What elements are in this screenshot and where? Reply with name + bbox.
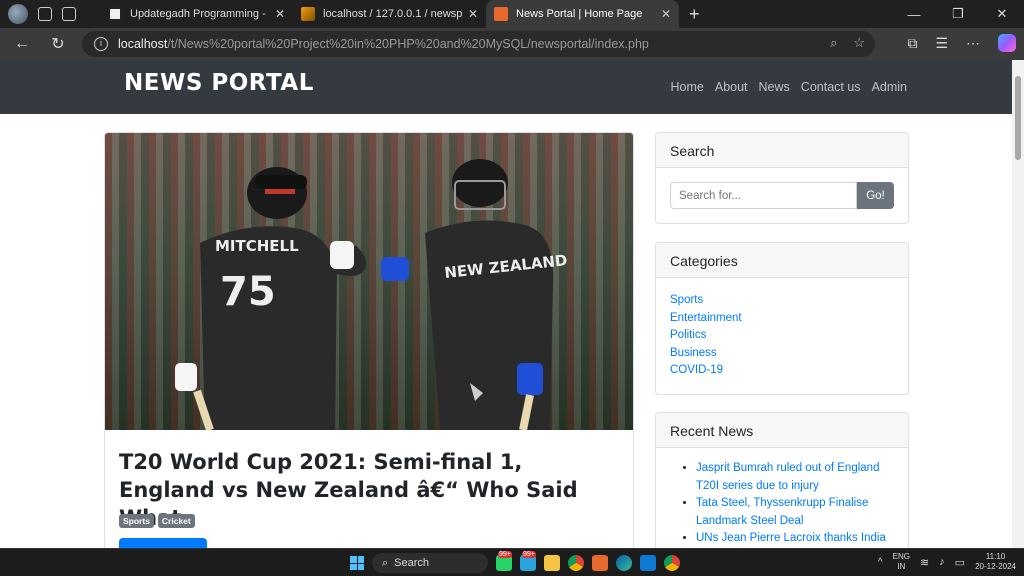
categories-heading: Categories	[656, 243, 908, 278]
nav-contact[interactable]: Contact us	[801, 80, 861, 94]
chrome-profile-icon[interactable]	[664, 555, 680, 571]
back-icon[interactable]: ←	[4, 35, 40, 53]
nav-home[interactable]: Home	[671, 80, 704, 94]
chrome-icon[interactable]	[568, 555, 584, 571]
telegram-icon[interactable]: 99+	[520, 551, 536, 571]
category-link[interactable]: Politics	[670, 327, 894, 345]
site-navbar: NEWS PORTAL Home About News Contact us A…	[0, 60, 1012, 114]
extensions-icon[interactable]: ⧉	[907, 35, 917, 52]
file-explorer-icon[interactable]	[544, 555, 560, 571]
read-more-button[interactable]	[119, 538, 207, 548]
taskbar-search[interactable]: ⌕ Search	[372, 553, 488, 573]
minimize-icon[interactable]: —	[892, 0, 936, 28]
search-widget: Search Go!	[655, 132, 909, 224]
page-viewport: NEWS PORTAL Home About News Contact us A…	[0, 60, 1012, 548]
site-brand[interactable]: NEWS PORTAL	[124, 70, 314, 96]
xampp-favicon-icon	[494, 7, 508, 21]
volume-icon[interactable]: ♪	[939, 556, 945, 568]
windows-start-icon[interactable]	[350, 556, 364, 570]
article-image[interactable]: MITCHELL 75 NEW ZEALAND	[105, 133, 633, 430]
close-tab-icon[interactable]: ✕	[661, 7, 671, 21]
workspaces-icon[interactable]	[38, 7, 52, 21]
nav-about[interactable]: About	[715, 80, 748, 94]
recent-news-link[interactable]: UNs Jean Pierre Lacroix thanks India	[696, 530, 894, 548]
url-text[interactable]: localhost/t/News%20portal%20Project%20in…	[118, 37, 649, 51]
clock[interactable]: 11:10 20-12-2024	[975, 552, 1016, 572]
battery-icon[interactable]: ▭	[955, 556, 965, 569]
jersey-left-name: MITCHELL	[215, 237, 299, 255]
search-input[interactable]	[670, 182, 857, 209]
xampp-icon[interactable]	[592, 555, 608, 571]
article-card: MITCHELL 75 NEW ZEALAND T20 World Cup 20…	[104, 132, 634, 548]
zoom-icon[interactable]: ⌕	[830, 35, 837, 51]
browser-tab-1[interactable]: Updategadh Programming - Upd ✕	[100, 0, 293, 28]
close-tab-icon[interactable]: ✕	[275, 7, 285, 21]
more-menu-icon[interactable]: ⋯	[966, 35, 980, 52]
search-heading: Search	[656, 133, 908, 168]
tray-chevron-icon[interactable]: ^	[878, 557, 883, 568]
recent-news-link[interactable]: Tata Steel, Thyssenkrupp Finalise Landma…	[696, 495, 894, 530]
whatsapp-icon[interactable]: 99+	[496, 551, 512, 571]
tag-badge[interactable]: Sports	[119, 514, 154, 528]
tab-actions-icon[interactable]	[62, 7, 76, 21]
favorite-star-icon[interactable]: ☆	[853, 35, 865, 51]
category-link[interactable]: Sports	[670, 292, 894, 310]
tab-strip: Updategadh Programming - Upd ✕ localhost…	[0, 0, 1024, 28]
nav-admin[interactable]: Admin	[872, 80, 907, 94]
close-window-icon[interactable]: ✕	[980, 0, 1024, 28]
browser-tab-2[interactable]: localhost / 127.0.0.1 / newsportal ✕	[293, 0, 486, 28]
copilot-icon[interactable]	[998, 34, 1016, 52]
recent-news-widget: Recent News Jasprit Bumrah ruled out of …	[655, 412, 909, 548]
tag-badge[interactable]: Cricket	[157, 514, 195, 528]
nav-links: Home About News Contact us Admin	[671, 80, 907, 94]
article-tags: Sports Cricket	[119, 514, 195, 528]
profile-avatar[interactable]	[8, 4, 28, 24]
close-tab-icon[interactable]: ✕	[468, 7, 478, 21]
new-tab-icon[interactable]: +	[689, 4, 700, 25]
search-icon: ⌕	[382, 556, 389, 569]
cricket-players-image: MITCHELL 75 NEW ZEALAND	[175, 159, 568, 430]
recent-news-link[interactable]: Jasprit Bumrah ruled out of England T20I…	[696, 460, 894, 495]
reload-icon[interactable]: ↻	[40, 34, 76, 54]
recent-news-heading: Recent News	[656, 413, 908, 448]
nav-news[interactable]: News	[759, 80, 790, 94]
category-link[interactable]: COVID-19	[670, 362, 894, 380]
page-scrollbar[interactable]	[1012, 60, 1024, 548]
phpmyadmin-favicon-icon	[301, 7, 315, 21]
edge-icon[interactable]	[616, 555, 632, 571]
category-link[interactable]: Business	[670, 345, 894, 363]
favorites-list-icon[interactable]: ☰	[935, 35, 948, 52]
address-bar[interactable]: i localhost/t/News%20portal%20Project%20…	[82, 31, 875, 57]
windows-taskbar: ⌕ Search 99+ 99+ ^ ENG IN ≋ ♪ ▭ 11:10 20-12…	[0, 548, 1024, 576]
browser-tab-3-active[interactable]: News Portal | Home Page ✕	[486, 0, 679, 28]
categories-widget: Categories Sports Entertainment Politics…	[655, 242, 909, 395]
jersey-left-number: 75	[220, 269, 276, 315]
language-indicator[interactable]: ENG IN	[893, 552, 910, 572]
wifi-icon[interactable]: ≋	[920, 556, 929, 569]
site-info-icon[interactable]: i	[94, 37, 108, 51]
updategadh-favicon-icon	[108, 7, 122, 21]
category-link[interactable]: Entertainment	[670, 310, 894, 328]
scrollbar-thumb[interactable]	[1015, 76, 1021, 160]
address-toolbar: ← ↻ i localhost/t/News%20portal%20Projec…	[0, 28, 1024, 60]
restore-icon[interactable]: ❐	[936, 0, 980, 28]
vscode-icon[interactable]	[640, 555, 656, 571]
search-go-button[interactable]: Go!	[857, 182, 894, 209]
